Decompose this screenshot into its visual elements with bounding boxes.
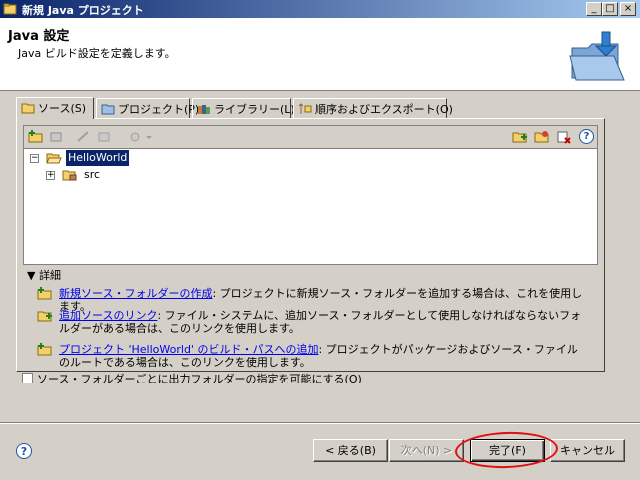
collapse-triangle-icon: ▼ — [27, 269, 36, 282]
tab-order-export[interactable]: 順序およびエクスポート(O) — [293, 98, 453, 118]
window-title: 新規 Java プロジェクト — [22, 4, 144, 17]
details-label: 詳細 — [38, 269, 61, 282]
minimize-button[interactable]: _ — [586, 2, 602, 16]
collapse-icon[interactable]: − — [30, 154, 39, 163]
remove-icon[interactable] — [48, 130, 64, 144]
tab-label: ソース(S) — [38, 102, 87, 115]
finish-button[interactable]: 完了(F) — [470, 439, 545, 462]
separate-output-folder-checkbox-row[interactable]: ソース・フォルダーごとに出力フォルダーの指定を可能にする(O) — [22, 371, 362, 383]
tree-label: src — [84, 168, 101, 181]
next-button[interactable]: 次へ(N) > — [389, 439, 464, 462]
wizard-folder-icon — [569, 31, 625, 81]
dropdown-arrow-icon[interactable] — [145, 130, 153, 144]
source-tab-panel: ? − HelloWorld + src ▼ 詳細 新規ソース・フォルダーの作成… — [16, 118, 605, 372]
tab-projects[interactable]: プロジェクト(P) — [96, 98, 199, 118]
open-project-folder-icon — [46, 153, 62, 164]
order-export-icon — [298, 103, 312, 114]
tab-label: 順序およびエクスポート(O) — [315, 103, 453, 116]
details-list: 新規ソース・フォルダーの作成: プロジェクトに新規ソース・フォルダーを追加する場… — [37, 283, 601, 369]
tab-label: ライブラリー(L) — [214, 103, 295, 116]
title-bar: 新規 Java プロジェクト _ □ × — [0, 0, 640, 18]
detail-item-link-source: 追加ソースのリンク: ファイル・システムに、追加ソース・フォルダーとして使用しな… — [37, 309, 585, 337]
source-package-icon — [62, 170, 77, 181]
configure-icon[interactable] — [128, 130, 144, 144]
page-title: Java 設定 — [8, 29, 70, 44]
add-project-buildpath-icon — [37, 343, 52, 356]
link-source-icon[interactable] — [512, 130, 528, 144]
maximize-button[interactable]: □ — [602, 2, 618, 16]
help-button[interactable]: ? — [16, 443, 32, 459]
library-icon — [198, 105, 210, 114]
button-separator — [0, 422, 640, 424]
source-tree[interactable]: ? − HelloWorld + src — [23, 125, 598, 265]
remove-source-icon[interactable] — [556, 130, 572, 144]
tree-label: HelloWorld — [64, 149, 131, 167]
source-folder-icon — [21, 103, 35, 114]
tab-source[interactable]: ソース(S) — [16, 97, 94, 119]
wizard-header: Java 設定 Java ビルド設定を定義します。 — [0, 18, 640, 91]
tab-libraries[interactable]: ライブラリー(L) — [192, 98, 295, 118]
details-section[interactable]: ▼ 詳細 — [27, 267, 61, 283]
create-source-folder-link[interactable]: 新規ソース・フォルダーの作成 — [59, 287, 212, 300]
tree-toolbar: ? — [24, 126, 597, 149]
new-source-folder-icon — [37, 287, 52, 300]
link-additional-source-link[interactable]: 追加ソースのリンク — [59, 309, 157, 322]
back-button[interactable]: < 戻る(B) — [313, 439, 388, 462]
checkbox-label: ソース・フォルダーごとに出力フォルダーの指定を可能にする(O) — [37, 373, 362, 383]
page-description: Java ビルド設定を定義します。 — [18, 47, 176, 60]
add-project-icon[interactable] — [534, 130, 550, 144]
toolbar-help-button[interactable]: ? — [579, 129, 594, 144]
project-icon — [101, 104, 115, 115]
toggle-icon[interactable] — [96, 130, 112, 144]
add-folder-icon[interactable] — [28, 130, 44, 144]
edit-icon[interactable] — [76, 130, 92, 144]
java-project-icon — [3, 3, 17, 15]
link-source-folder-icon — [37, 311, 52, 322]
close-button[interactable]: × — [620, 2, 636, 16]
add-project-to-buildpath-link[interactable]: プロジェクト 'HelloWorld' のビルド・パスへの追加 — [59, 343, 318, 356]
expand-icon[interactable]: + — [46, 171, 55, 180]
tab-label: プロジェクト(P) — [118, 103, 200, 116]
detail-item-add-project: プロジェクト 'HelloWorld' のビルド・パスへの追加: プロジェクトが… — [37, 343, 585, 369]
separate-output-folder-checkbox[interactable] — [22, 373, 33, 383]
cancel-button[interactable]: キャンセル — [550, 439, 625, 462]
